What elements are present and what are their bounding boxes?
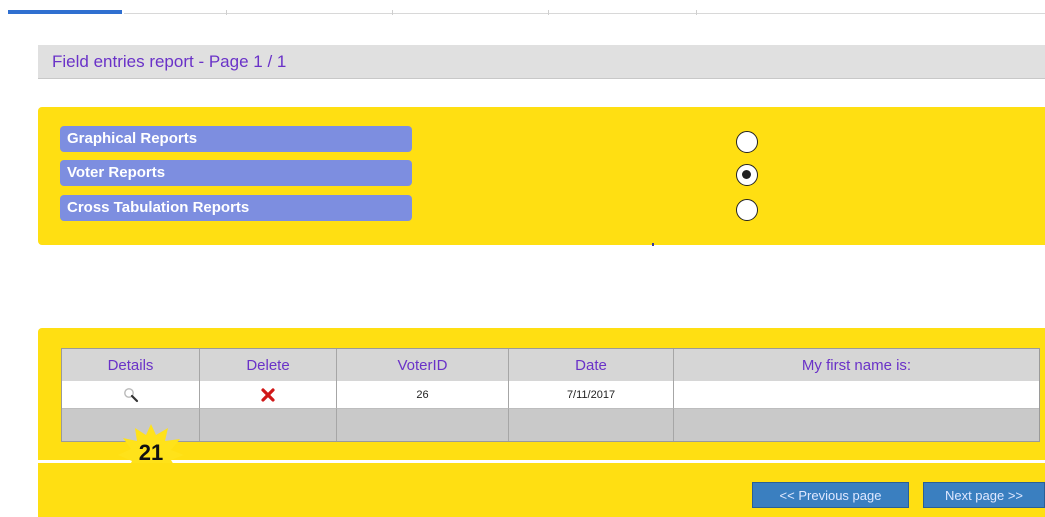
- page-title: Field entries report - Page 1 / 1: [52, 52, 287, 71]
- header-voterid[interactable]: VoterID: [337, 349, 509, 381]
- first-name-cell: [674, 381, 1039, 409]
- option-voter-reports[interactable]: Voter Reports: [60, 160, 412, 186]
- stray-dot: [652, 243, 654, 246]
- details-cell: [62, 381, 200, 409]
- voterid-cell: 26: [337, 381, 509, 409]
- option-graphical-reports[interactable]: Graphical Reports: [60, 126, 412, 152]
- tab-active-indicator[interactable]: [8, 10, 122, 14]
- option-cross-tabulation-reports[interactable]: Cross Tabulation Reports: [60, 195, 412, 221]
- header-first-name[interactable]: My first name is:: [674, 349, 1039, 381]
- empty-cell: [337, 409, 509, 441]
- radio-cross-tabulation-reports[interactable]: [736, 199, 758, 221]
- radio-voter-reports[interactable]: [736, 164, 758, 186]
- header-details[interactable]: Details: [62, 349, 200, 381]
- tab-strip: [0, 0, 1045, 16]
- page-title-bar: Field entries report - Page 1 / 1: [38, 45, 1045, 79]
- results-panel: Details Delete VoterID Date My first nam…: [38, 328, 1045, 460]
- date-cell: 7/11/2017: [509, 381, 674, 409]
- tab-separator: [548, 10, 549, 15]
- delete-cell: [200, 381, 337, 409]
- magnifier-icon[interactable]: [123, 387, 139, 403]
- red-x-icon[interactable]: [260, 387, 276, 403]
- results-table: Details Delete VoterID Date My first nam…: [61, 348, 1040, 442]
- report-type-panel: Graphical Reports Voter Reports Cross Ta…: [38, 107, 1045, 245]
- radio-graphical-reports[interactable]: [736, 131, 758, 153]
- empty-cell: [674, 409, 1039, 441]
- tab-separator: [696, 10, 697, 15]
- next-page-button[interactable]: Next page >>: [923, 482, 1045, 508]
- tab-strip-line: [124, 13, 1045, 14]
- table-empty-row: [62, 409, 1039, 441]
- table-header-row: Details Delete VoterID Date My first nam…: [62, 349, 1039, 381]
- header-date[interactable]: Date: [509, 349, 674, 381]
- previous-page-button[interactable]: << Previous page: [752, 482, 909, 508]
- tab-separator: [392, 10, 393, 15]
- empty-cell: [200, 409, 337, 441]
- header-delete[interactable]: Delete: [200, 349, 337, 381]
- empty-cell: [509, 409, 674, 441]
- table-row: 26 7/11/2017: [62, 381, 1039, 409]
- tab-separator: [226, 10, 227, 15]
